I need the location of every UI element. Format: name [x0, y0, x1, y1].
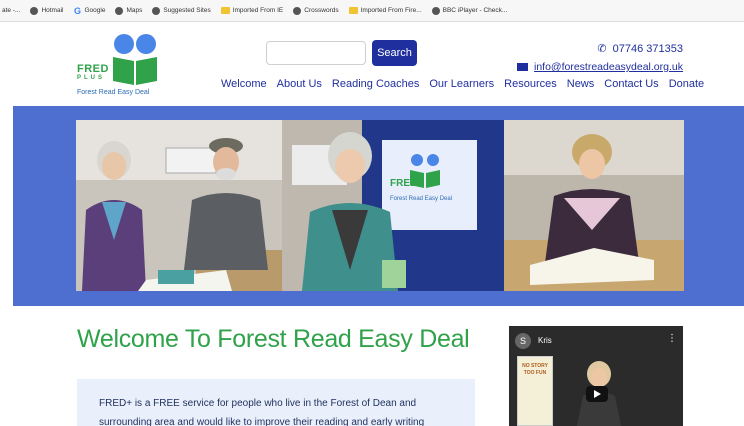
- video-embed[interactable]: S Kris ⋮ NO STORY TOO FUN: [509, 326, 683, 426]
- globe-icon: [431, 6, 440, 15]
- photo-learner-reading: [504, 120, 684, 291]
- nav-contact-us[interactable]: Contact Us: [604, 78, 658, 90]
- bookmark-label: ate -...: [2, 7, 21, 14]
- folder-icon: [348, 7, 358, 14]
- bookmark-label: BBC iPlayer - Check...: [442, 7, 508, 14]
- phone-number: 07746 371353: [612, 42, 683, 55]
- photo-coach-with-poster: FRED Forest Read Easy Deal: [282, 120, 504, 291]
- site-logo[interactable]: FRED PLUS Forest Read Easy Deal: [77, 33, 172, 101]
- more-vertical-icon[interactable]: ⋮: [667, 334, 677, 344]
- bookmark-maps[interactable]: Maps: [115, 6, 143, 15]
- envelope-icon: [517, 63, 528, 71]
- folder-icon: [220, 7, 230, 14]
- google-icon: G: [73, 5, 81, 16]
- search-button[interactable]: Search: [372, 40, 417, 66]
- nav-our-learners[interactable]: Our Learners: [429, 78, 494, 90]
- poster-fred-text: FRED: [390, 178, 417, 189]
- logo-fred-text: FRED: [77, 63, 109, 75]
- intro-text: FRED+ is a FREE service for people who l…: [99, 394, 469, 426]
- poster-subtitle: Forest Read Easy Deal: [390, 196, 452, 202]
- page-title: Welcome To Forest Read Easy Deal: [77, 325, 470, 353]
- intro-line-2: surrounding area and would like to impro…: [99, 417, 425, 426]
- globe-icon: [293, 6, 302, 15]
- intro-line-1: FRED+ is a FREE service for people who l…: [99, 398, 417, 409]
- bookmark-label: Imported From IE: [232, 7, 284, 14]
- email-address: info@forestreadeasydeal.org.uk: [534, 61, 683, 73]
- photo-couple-reading: [76, 120, 282, 291]
- bookmark-label: Google: [84, 7, 106, 14]
- search-input[interactable]: [266, 41, 366, 65]
- bookmark-hotmail[interactable]: Hotmail: [30, 6, 64, 15]
- hero-photo-strip: FRED Forest Read Easy Deal: [76, 120, 684, 291]
- bookmark-label: Hotmail: [41, 7, 64, 14]
- globe-icon: [152, 6, 161, 15]
- book-readers-logo-icon: [113, 34, 157, 85]
- nav-resources[interactable]: Resources: [504, 78, 557, 90]
- nav-donate[interactable]: Donate: [669, 78, 704, 90]
- globe-icon: [30, 6, 39, 15]
- bookmark-partial[interactable]: ate -...: [2, 7, 20, 14]
- bookmark-label: Maps: [126, 7, 143, 14]
- video-title[interactable]: Kris: [538, 336, 552, 345]
- bookmarks-bar: ate -... Hotmail G Google Maps Suggested …: [0, 0, 744, 22]
- bookmark-label: Crosswords: [304, 7, 339, 14]
- globe-icon: [115, 6, 124, 15]
- bookmark-google[interactable]: G Google: [73, 5, 106, 16]
- bookmark-label: Suggested Sites: [163, 7, 211, 14]
- nav-news[interactable]: News: [567, 78, 595, 90]
- bookmark-imported-firefox[interactable]: Imported From Fire...: [348, 7, 422, 14]
- email-link[interactable]: info@forestreadeasydeal.org.uk: [517, 61, 683, 73]
- nav-welcome[interactable]: Welcome: [221, 78, 267, 90]
- main-nav: Welcome About Us Reading Coaches Our Lea…: [221, 78, 704, 90]
- nav-reading-coaches[interactable]: Reading Coaches: [332, 78, 419, 90]
- phone-icon: ✆: [597, 43, 607, 55]
- channel-avatar[interactable]: S: [515, 333, 531, 349]
- logo-subtitle: Forest Read Easy Deal: [77, 89, 150, 96]
- bookmark-label: Imported From Fire...: [360, 7, 422, 14]
- bookmark-bbc-iplayer[interactable]: BBC iPlayer - Check...: [431, 6, 508, 15]
- bookmark-crosswords[interactable]: Crosswords: [293, 6, 339, 15]
- play-icon[interactable]: [586, 386, 608, 402]
- bookmark-imported-ie[interactable]: Imported From IE: [220, 7, 284, 14]
- nav-about-us[interactable]: About Us: [277, 78, 322, 90]
- logo-plus-text: PLUS: [77, 75, 106, 81]
- video-book-cover: NO STORY TOO FUN: [517, 356, 553, 426]
- phone-contact[interactable]: ✆ 07746 371353: [597, 42, 683, 56]
- bookmark-suggested-sites[interactable]: Suggested Sites: [152, 6, 211, 15]
